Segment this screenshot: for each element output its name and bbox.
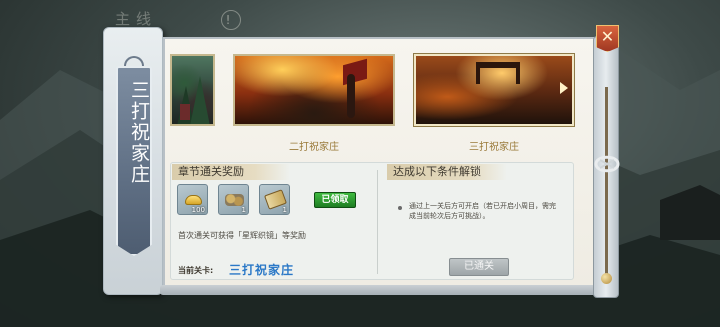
info-icon[interactable]: ! (221, 10, 241, 30)
passed-button[interactable]: 已通关 (449, 258, 509, 276)
bullet-icon (398, 206, 402, 210)
stage-label-2: 二打祝家庄 (289, 142, 339, 153)
ore-icon (225, 194, 244, 206)
reward-item-count: 1 (241, 206, 246, 214)
stage-thumbnail-1[interactable] (170, 54, 215, 126)
gold-ingot-icon (185, 195, 202, 205)
scroll-bottom-edge (160, 285, 600, 295)
reward-item-ore[interactable]: 1 (218, 184, 249, 215)
claimed-button[interactable]: 已领取 (314, 192, 356, 208)
roller-knob-icon (601, 273, 612, 284)
forest-scene-icon (177, 76, 210, 124)
close-button[interactable]: ✕ (596, 25, 619, 52)
reward-item-count: 100 (191, 206, 205, 214)
tassel-knot-icon (594, 155, 620, 173)
reward-section-header: 章节通关奖励 (172, 164, 290, 180)
fortress-gate-icon (476, 62, 520, 84)
selected-arrow-icon (560, 82, 568, 94)
chapter-title: 三打祝家庄 (128, 80, 150, 185)
unlock-section-header: 达成以下条件解锁 (387, 164, 507, 180)
stage-thumbnail-3-selected[interactable] (414, 54, 574, 126)
warrior-figure (347, 74, 355, 118)
header-hint-text: 主线 (115, 10, 158, 28)
stage-thumbnail-2[interactable] (233, 54, 395, 126)
reward-item-gold[interactable]: 100 (177, 184, 208, 215)
stage-label-3: 三打祝家庄 (469, 142, 519, 153)
reward-item-count: 1 (282, 206, 287, 214)
chapter-title-scroll: 三打祝家庄 (103, 27, 163, 295)
close-icon: ✕ (600, 27, 615, 46)
reward-description: 首次通关可获得「星辉织镜」等奖励 (178, 231, 306, 240)
section-divider (377, 170, 378, 274)
unlock-condition-text: 通过上一关后方可开启（若已开启小周目，需完成当前轮次后方可挑战）。 (409, 202, 556, 220)
current-stage-label: 当前关卡: (178, 266, 214, 275)
reward-item-scroll[interactable]: 1 (259, 184, 290, 215)
current-stage-value: 三打祝家庄 (229, 263, 295, 277)
